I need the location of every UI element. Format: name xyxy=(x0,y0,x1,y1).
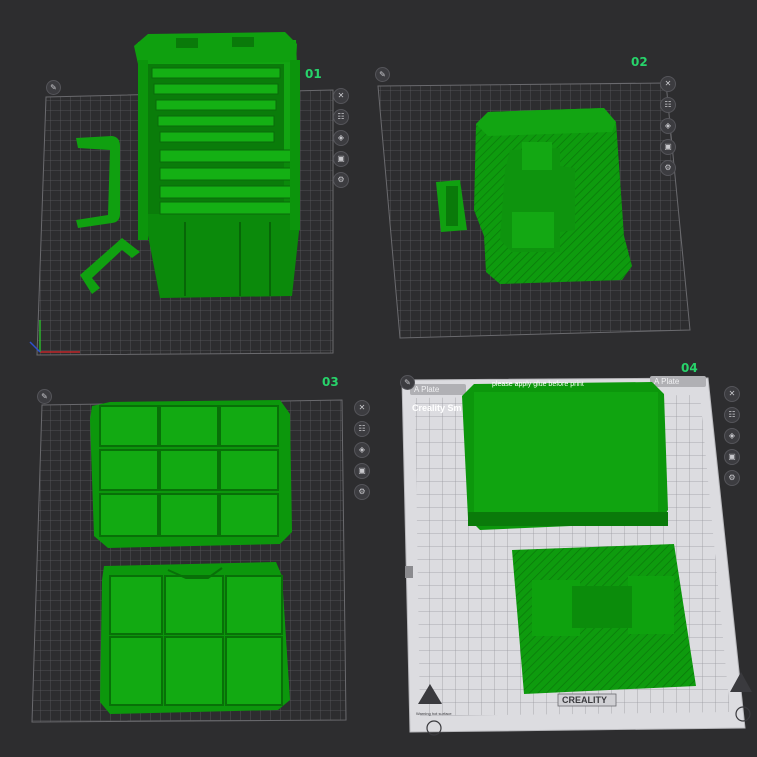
viewport-scene[interactable] xyxy=(0,0,757,757)
plate-3-edit-icon[interactable]: ✎ xyxy=(37,389,52,404)
arrange-icon[interactable]: ☷ xyxy=(354,421,370,437)
orient-icon[interactable]: ◈ xyxy=(333,130,349,146)
model-tray-plate4[interactable] xyxy=(462,382,668,530)
plate-label-3[interactable]: 03 xyxy=(322,375,339,389)
model-lid[interactable] xyxy=(474,108,632,284)
model-box-body[interactable] xyxy=(134,32,300,298)
plate-4-edit-icon[interactable]: ✎ xyxy=(400,375,415,390)
close-icon[interactable]: ✕ xyxy=(354,400,370,416)
arrange-icon[interactable]: ☷ xyxy=(660,97,676,113)
lock-icon[interactable]: ▣ xyxy=(354,463,370,479)
settings-icon[interactable]: ⚙ xyxy=(724,470,740,486)
orient-icon[interactable]: ◈ xyxy=(660,118,676,134)
plate-4-warning-text: please apply glue before print xyxy=(492,381,584,388)
plate-label-1[interactable]: 01 xyxy=(305,67,322,81)
plate-1-edit-icon[interactable]: ✎ xyxy=(46,80,61,95)
plate-2-toolbar: ✕ ☷ ◈ ▣ ⚙ xyxy=(660,76,676,176)
arrange-icon[interactable]: ☷ xyxy=(724,407,740,423)
plate-1-toolbar: ✕ ☷ ◈ ▣ ⚙ xyxy=(333,88,349,188)
lock-icon[interactable]: ▣ xyxy=(333,151,349,167)
close-icon[interactable]: ✕ xyxy=(660,76,676,92)
plate-4-logo-text: CREALITY xyxy=(562,695,607,705)
settings-icon[interactable]: ⚙ xyxy=(660,160,676,176)
plate-4-name-right: A Plate xyxy=(654,377,680,386)
model-tray-upper[interactable] xyxy=(90,400,292,548)
model-lid-plate4[interactable] xyxy=(512,544,696,694)
plate-label-4[interactable]: 04 xyxy=(681,361,698,375)
settings-icon[interactable]: ⚙ xyxy=(354,484,370,500)
plate-4-brand-text: Creality Sm xyxy=(412,403,462,413)
plate-3-toolbar: ✕ ☷ ◈ ▣ ⚙ xyxy=(354,400,370,500)
plate-2-edit-icon[interactable]: ✎ xyxy=(375,67,390,82)
plate-4-toolbar: ✕ ☷ ◈ ▣ ⚙ xyxy=(724,386,740,486)
close-icon[interactable]: ✕ xyxy=(333,88,349,104)
lock-icon[interactable]: ▣ xyxy=(724,449,740,465)
close-icon[interactable]: ✕ xyxy=(724,386,740,402)
settings-icon[interactable]: ⚙ xyxy=(333,172,349,188)
plate-label-2[interactable]: 02 xyxy=(631,55,648,69)
orient-icon[interactable]: ◈ xyxy=(354,442,370,458)
model-tray-lower[interactable] xyxy=(100,562,290,714)
plate-4-name-left: A Plate xyxy=(414,385,440,394)
lock-icon[interactable]: ▣ xyxy=(660,139,676,155)
arrange-icon[interactable]: ☷ xyxy=(333,109,349,125)
plate-4-corner-text: Warning hot surface xyxy=(416,711,452,716)
orient-icon[interactable]: ◈ xyxy=(724,428,740,444)
